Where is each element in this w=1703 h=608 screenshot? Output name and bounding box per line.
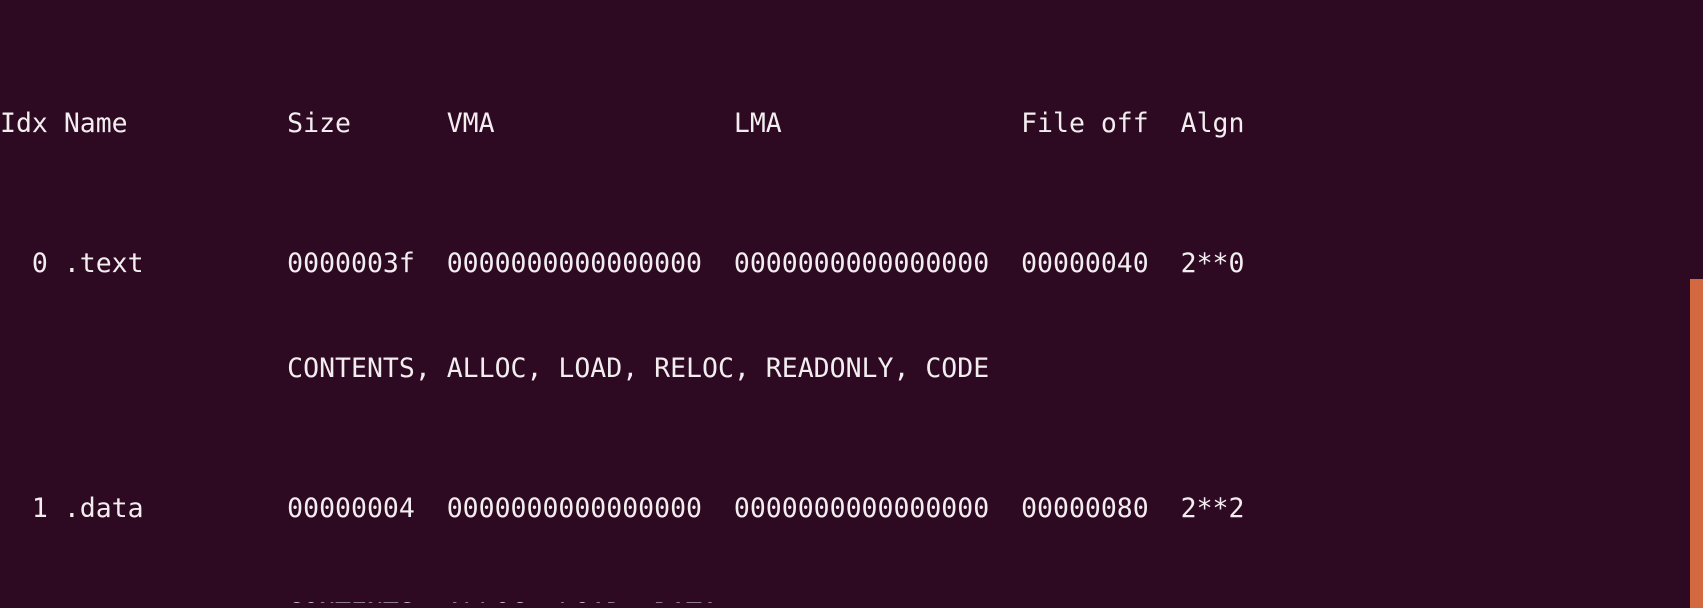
scrollbar-track[interactable] [1690,0,1703,608]
table-header-row: Idx Name Size VMA LMA File off Algn [0,108,1245,139]
terminal-window[interactable]: Idx Name Size VMA LMA File off Algn 0 .t… [0,0,1703,608]
table-row: 0 .text 0000003f 0000000000000000 000000… [0,248,1245,279]
terminal-screen: Idx Name Size VMA LMA File off Algn 0 .t… [0,1,1276,608]
section-flags-row: CONTENTS, ALLOC, LOAD, RELOC, READONLY, … [0,353,990,384]
table-row: 1 .data 00000004 0000000000000000 000000… [0,493,1245,524]
scrollbar-thumb[interactable] [1690,279,1703,608]
bottom-clip-mask [0,603,1703,608]
